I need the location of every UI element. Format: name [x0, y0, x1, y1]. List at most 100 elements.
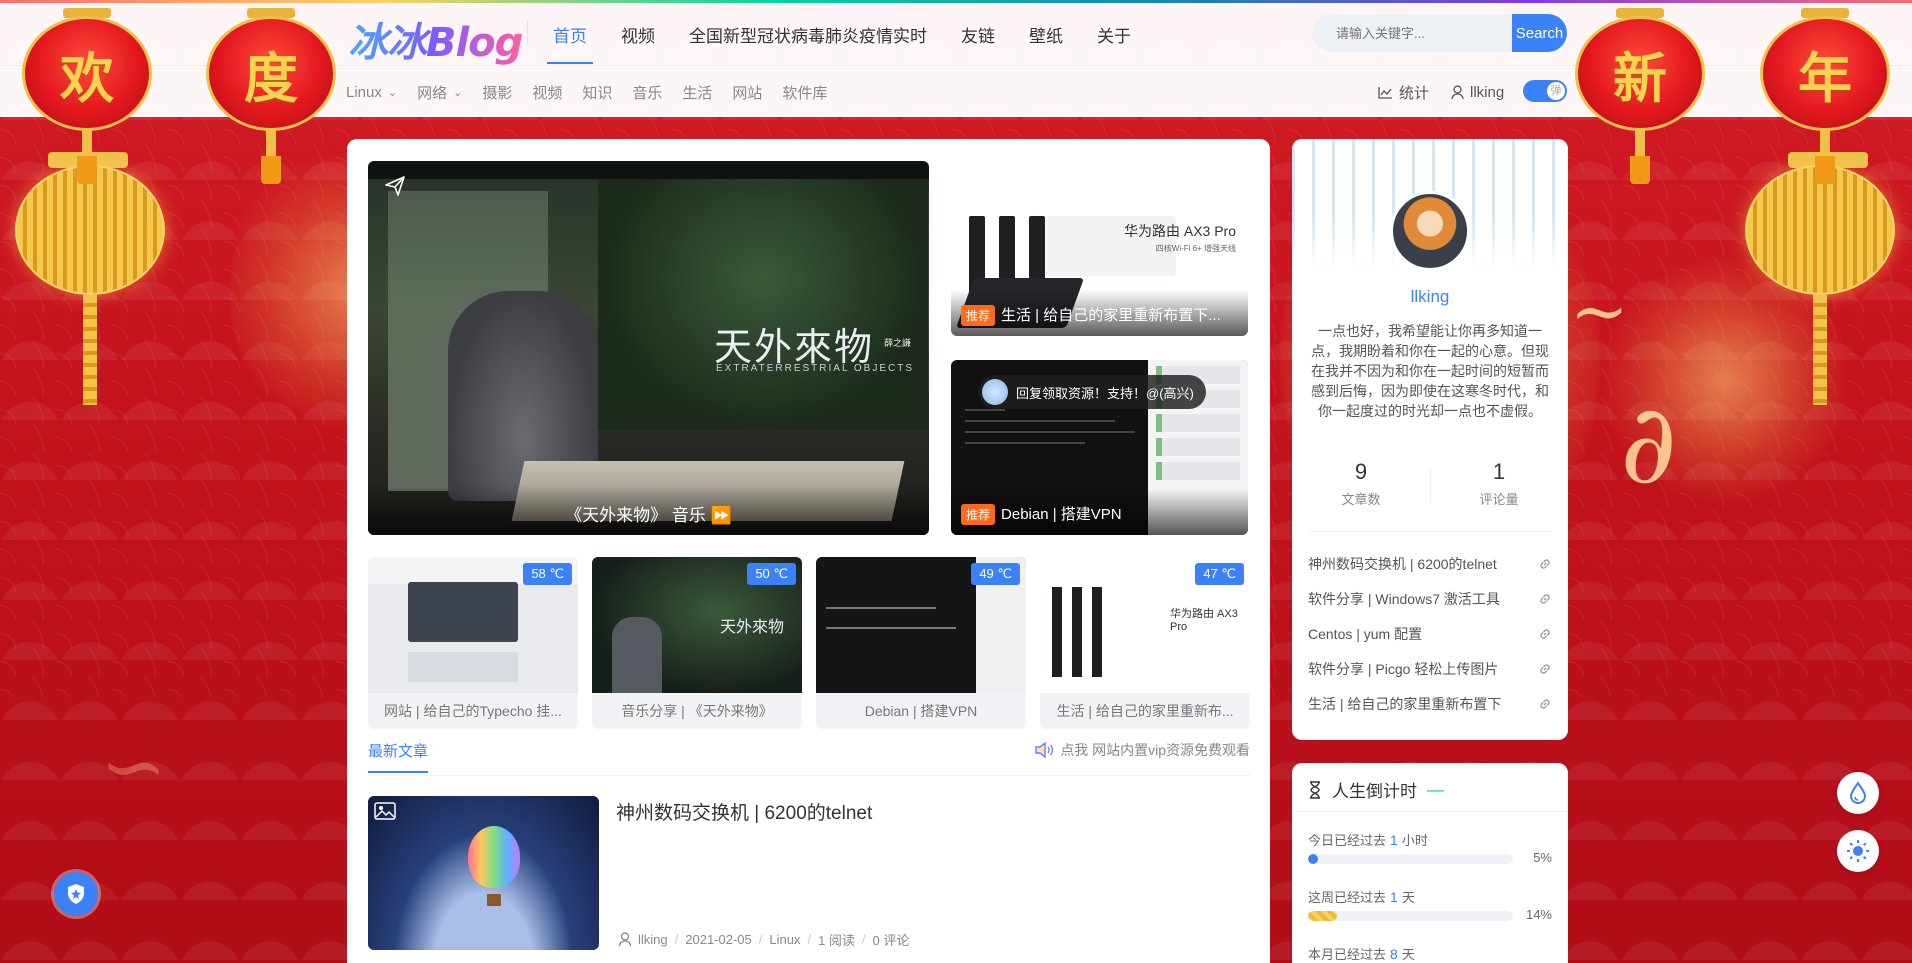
stats-link[interactable]: 统计 — [1378, 82, 1429, 103]
recent-post-link[interactable]: 生活 | 给自己的家里重新布置下 — [1308, 686, 1552, 721]
security-shield-button[interactable] — [54, 872, 98, 916]
hero-caption[interactable]: 《天外来物》 音乐 ⏩ — [368, 485, 929, 535]
category-life[interactable]: 生活 — [682, 82, 712, 103]
lantern-4: 年 — [1760, 8, 1890, 188]
countdown-value: 8 — [1390, 946, 1398, 962]
lantern-character: 年 — [1760, 16, 1890, 131]
lantern-1: 欢 — [22, 8, 152, 188]
panel-row — [1156, 414, 1240, 432]
lantern-character: 欢 — [22, 16, 152, 131]
stat-value: 1 — [1492, 459, 1506, 484]
hero-carousel[interactable]: 天外來物 薛之謙 EXTRATERRESTRIAL OBJECTS 《天外来物》… — [368, 161, 929, 535]
post-item[interactable]: 神州数码交换机 | 6200的telnet llking / 2021-02-0… — [368, 796, 1250, 950]
category-knowledge[interactable]: 知识 — [582, 82, 612, 103]
category-linux[interactable]: Linux ⌄ — [346, 82, 397, 103]
lantern-tassel — [1630, 156, 1650, 184]
search-button[interactable]: Search — [1512, 14, 1567, 52]
category-music[interactable]: 音乐 — [632, 82, 662, 103]
thumb-content — [408, 652, 518, 682]
barrage-avatar — [982, 379, 1008, 405]
hero-subtitle: EXTRATERRESTRIAL OBJECTS — [716, 363, 915, 374]
category-website[interactable]: 网站 — [732, 82, 762, 103]
toggle-knob: 弹 — [1547, 82, 1565, 100]
thumb-overlay-title: 天外來物 — [720, 617, 785, 636]
collapse-icon[interactable]: — — [1427, 780, 1444, 800]
post-author[interactable]: llking — [638, 932, 668, 947]
nav-friends[interactable]: 友链 — [961, 22, 995, 47]
lantern-tassel — [77, 156, 97, 184]
post-comments[interactable]: 0 评论 — [873, 930, 910, 949]
nav-home[interactable]: 首页 — [547, 22, 593, 64]
recent-post-link[interactable]: 软件分享 | Picgo 轻松上传图片 — [1308, 651, 1552, 686]
nav-video[interactable]: 视频 — [621, 22, 655, 47]
recent-post-link[interactable]: 软件分享 | Windows7 激活工具 — [1308, 581, 1552, 616]
post-title[interactable]: 神州数码交换机 | 6200的telnet — [616, 798, 872, 825]
recent-post-link[interactable]: Centos | yum 配置 — [1308, 616, 1552, 651]
hot-post-card[interactable]: 华为路由 AX3 Pro 47 ℃ 生活 | 给自己的家里重新布... — [1040, 557, 1250, 729]
nav-about[interactable]: 关于 — [1097, 22, 1131, 47]
profile-name[interactable]: llking — [1292, 287, 1568, 307]
recent-post-title: 神州数码交换机 | 6200的telnet — [1308, 555, 1497, 572]
speaker-icon — [1035, 742, 1054, 758]
category-video[interactable]: 视频 — [532, 82, 562, 103]
category-network[interactable]: 网络 ⌄ — [417, 82, 462, 103]
author-icon — [618, 932, 632, 947]
recent-post-title: 生活 | 给自己的家里重新布置下 — [1308, 695, 1502, 712]
avatar[interactable] — [1390, 191, 1470, 271]
category-photo[interactable]: 摄影 — [482, 82, 512, 103]
tab-latest[interactable]: 最新文章 — [368, 740, 429, 773]
barrage-toggle[interactable]: 弹 — [1523, 80, 1567, 102]
shield-icon — [68, 884, 84, 904]
hot-posts: 58 ℃ 网站 | 给自己的Typecho 挂... 天外來物 50 ℃ 音乐分… — [368, 557, 1250, 729]
hot-post-card[interactable]: 天外來物 50 ℃ 音乐分享 | 《天外来物》 — [592, 557, 802, 729]
water-drop-icon — [1849, 781, 1867, 804]
featured-caption: 推荐 Debian | 搭建VPN — [951, 489, 1248, 535]
hot-post-card[interactable]: 49 ℃ Debian | 搭建VPN — [816, 557, 1026, 729]
hourglass-icon — [1310, 780, 1320, 799]
site-logo[interactable]: 冰冰Blog — [348, 10, 523, 68]
recent-posts-list: 神州数码交换机 | 6200的telnet 软件分享 | Windows7 激活… — [1308, 546, 1552, 721]
nav-covid[interactable]: 全国新型冠状病毒肺炎疫情实时 — [689, 22, 927, 47]
thumb-title: 音乐分享 | 《天外来物》 — [621, 703, 773, 719]
user-link[interactable]: llking — [1451, 84, 1504, 101]
thumb-antenna — [1072, 587, 1082, 677]
router-name: 华为路由 AX3 Pro — [1123, 223, 1236, 239]
theme-color-button[interactable] — [1837, 772, 1879, 814]
link-icon — [1540, 698, 1550, 709]
thumb-title: 生活 | 给自己的家里重新布... — [1056, 703, 1234, 719]
search-box: Search — [1312, 14, 1567, 52]
profile-card: llking 一点也好，我希望能让你再多知道一点，我期盼着和你在一起的心意。但现… — [1292, 139, 1568, 740]
featured-title: Debian | 搭建VPN — [1001, 506, 1122, 523]
sun-icon — [1847, 840, 1869, 862]
calligraphy-decoration: ∂ — [1620, 380, 1677, 508]
panel-row — [1156, 438, 1240, 456]
link-icon — [1540, 663, 1550, 674]
recent-post-title: Centos | yum 配置 — [1308, 625, 1423, 642]
featured-title: 生活 | 给自己的家里重新布置下... — [1001, 307, 1221, 324]
category-software[interactable]: 软件库 — [782, 82, 827, 103]
post-category[interactable]: Linux — [769, 932, 800, 947]
meta-separator: / — [861, 932, 866, 947]
hero-artist: 薛之謙 — [884, 339, 912, 349]
vip-notice[interactable]: 点我 网站内置vip资源免费观看 — [1034, 740, 1250, 760]
hot-post-card[interactable]: 58 ℃ 网站 | 给自己的Typecho 挂... — [368, 557, 578, 729]
send-icon[interactable] — [384, 175, 406, 197]
featured-post-router[interactable]: 华为路由 AX3 Pro 四核Wi-Fi 6+ 增强天线 推荐 生活 | 给自己的家… — [951, 161, 1248, 336]
profile-stats: 9 文章数 1 评论量 — [1292, 459, 1568, 509]
countdown-value: 1 — [1390, 832, 1398, 848]
post-thumbnail[interactable] — [368, 796, 599, 950]
light-mode-button[interactable] — [1837, 830, 1879, 872]
recent-post-link[interactable]: 神州数码交换机 | 6200的telnet — [1308, 546, 1552, 581]
meta-separator: / — [758, 932, 763, 947]
meta-separator: / — [807, 932, 812, 947]
search-input[interactable] — [1312, 14, 1512, 52]
countdown-label: 本月已经过去 8 天 — [1308, 944, 1552, 963]
calligraphy-decoration: ∽ — [100, 720, 168, 813]
article-tabs: 最新文章 点我 网站内置vip资源免费观看 — [368, 740, 1250, 776]
progress-fill — [1308, 854, 1319, 864]
countdown-week: 这周已经过去 1 天 14% — [1308, 887, 1552, 922]
stat-posts: 9 文章数 — [1292, 459, 1430, 509]
thumb-title: Debian | 搭建VPN — [864, 703, 978, 719]
barrage-text: 回复领取资源！支持！@(高兴) — [1016, 385, 1194, 401]
nav-wallpaper[interactable]: 壁纸 — [1029, 22, 1063, 47]
